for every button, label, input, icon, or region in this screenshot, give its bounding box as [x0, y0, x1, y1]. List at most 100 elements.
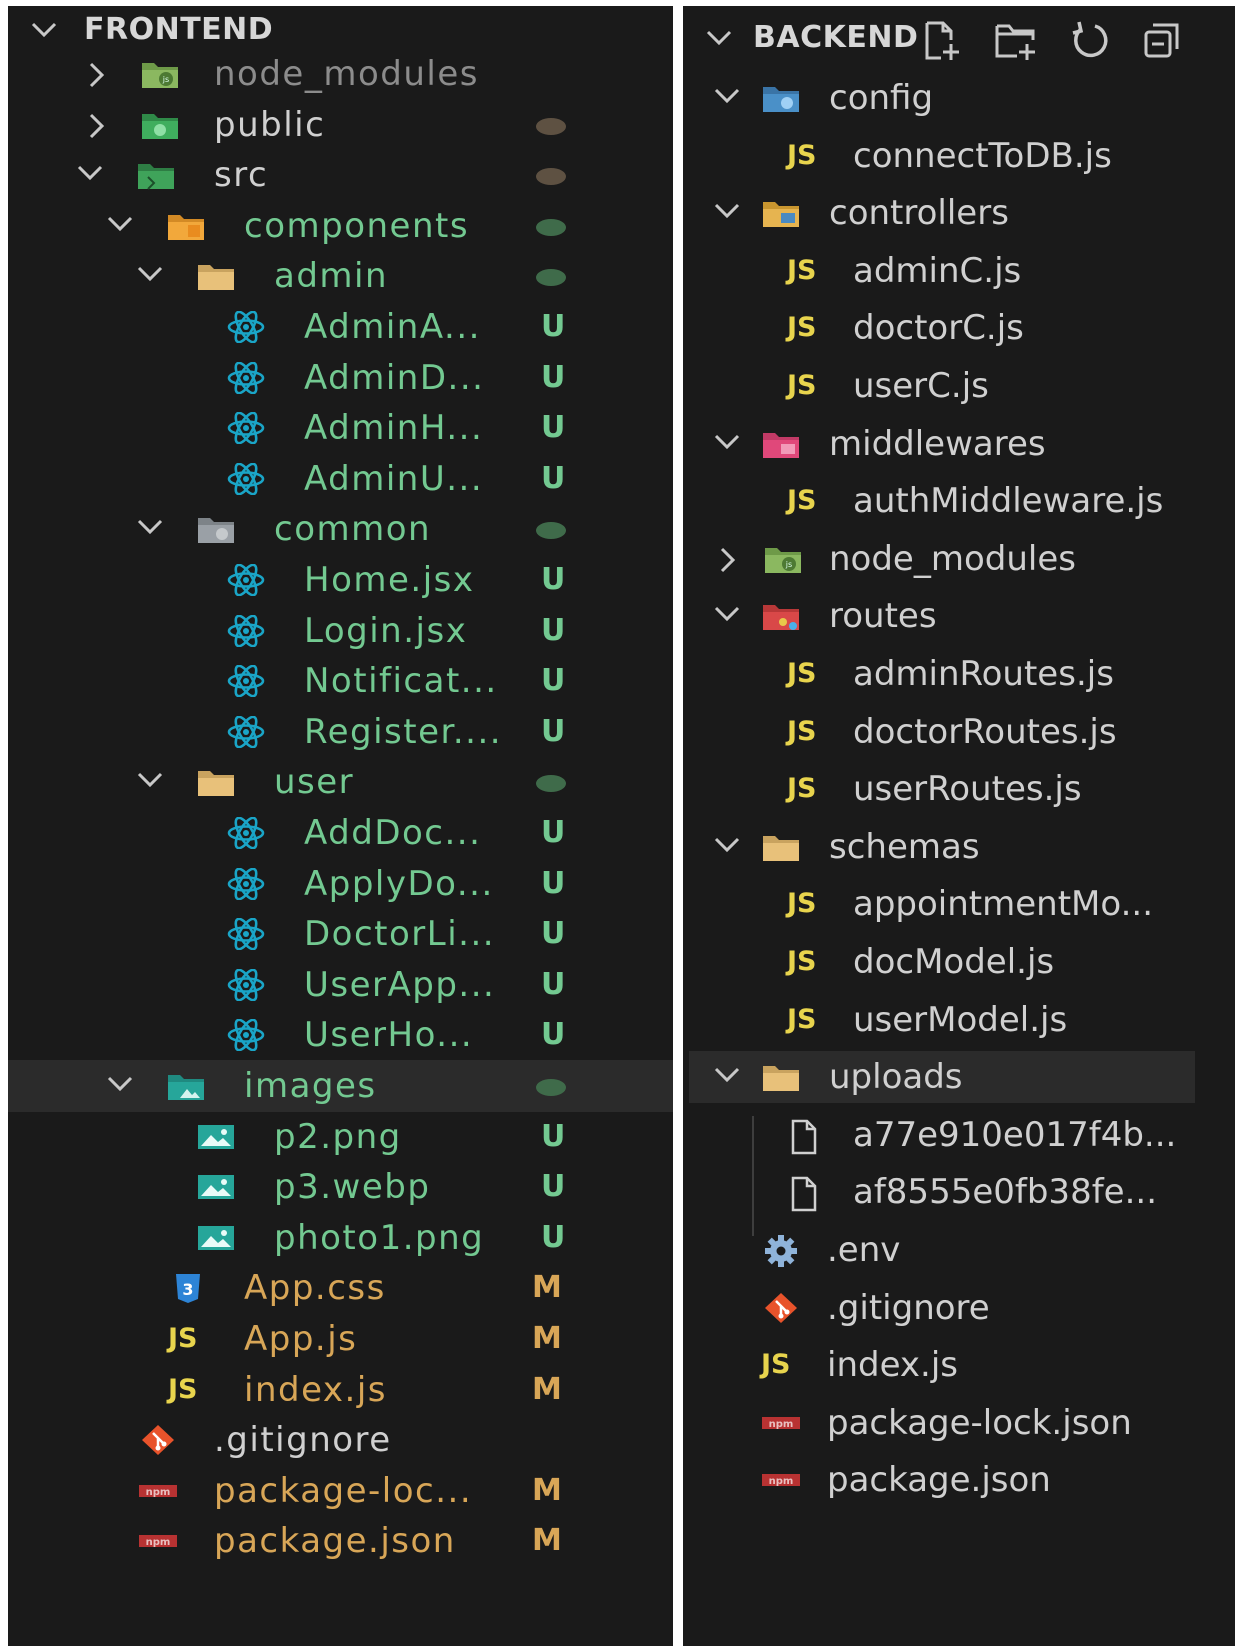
tree-item-label: docModel.js [853, 942, 1055, 982]
tree-item-label: Home.jsx [304, 560, 475, 600]
tree-item-authmiddleware-js[interactable]: JS authMiddleware.js [683, 475, 1235, 527]
react-icon [226, 968, 266, 1002]
react-icon [226, 462, 266, 496]
folder-routes-icon [761, 600, 801, 632]
tree-item-images[interactable]: images [8, 1060, 673, 1112]
tree-item-components[interactable]: components [8, 200, 673, 252]
chevron-right-icon[interactable] [86, 112, 108, 144]
tree-item-docmodel-js[interactable]: JS docModel.js [683, 936, 1235, 988]
chevron-down-icon[interactable] [106, 1073, 134, 1099]
tree-item-admina[interactable]: AdminA... U [8, 301, 673, 353]
tree-item-src[interactable]: src [8, 149, 673, 201]
tree-item-doctorc-js[interactable]: JS doctorC.js [683, 302, 1235, 354]
tree-item-config[interactable]: config [683, 72, 1235, 124]
chevron-right-icon[interactable] [86, 61, 108, 93]
tree-item-applydo[interactable]: ApplyDo... U [8, 858, 673, 910]
tree-item-userc-js[interactable]: JS userC.js [683, 360, 1235, 412]
refresh-icon[interactable] [1069, 20, 1113, 66]
tree-item-label: components [244, 205, 470, 246]
tree-item-label: ApplyDo... [304, 863, 494, 904]
chevron-down-icon[interactable] [713, 431, 741, 457]
tree-item-label: doctorC.js [853, 308, 1024, 349]
tree-item-doctorli[interactable]: DoctorLi... U [8, 908, 673, 960]
tree-item-gitignore[interactable]: .gitignore [8, 1414, 673, 1466]
tree-item-photo1-png[interactable]: photo1.png U [8, 1212, 673, 1264]
tree-item-p2-png[interactable]: p2.png U [8, 1111, 673, 1163]
tree-item-app-css[interactable]: 3 App.css M [8, 1262, 673, 1314]
chevron-down-icon[interactable] [106, 213, 134, 239]
tree-item-gitignore[interactable]: .gitignore [683, 1282, 1235, 1334]
tree-item-login-jsx[interactable]: Login.jsx U [8, 605, 673, 657]
chevron-down-icon[interactable] [136, 516, 164, 542]
tree-item-userho[interactable]: UserHo... U [8, 1009, 673, 1061]
new-file-icon[interactable] [921, 20, 965, 66]
new-folder-icon[interactable] [993, 20, 1041, 66]
tree-item-register[interactable]: Register.... U [8, 706, 673, 758]
folder-node-icon: js [140, 58, 180, 90]
tree-item-package-json[interactable]: npm package.json M [8, 1515, 673, 1567]
chevron-down-icon[interactable] [76, 162, 104, 188]
tree-item-middlewares[interactable]: middlewares [683, 418, 1235, 470]
tree-item-appointmentmo[interactable]: JS appointmentMo... [683, 878, 1235, 930]
git-status-badge: U [541, 359, 566, 395]
chevron-down-icon[interactable] [713, 85, 741, 111]
folder-common-icon [196, 513, 236, 545]
tree-item-admin[interactable]: admin [8, 250, 673, 302]
react-icon [226, 563, 266, 597]
git-status-badge: U [541, 916, 566, 952]
tree-item-label: user [274, 762, 355, 803]
tree-item-connecttodb-js[interactable]: JS connectToDB.js [683, 130, 1235, 182]
tree-item-admind[interactable]: AdminD... U [8, 352, 673, 404]
js-icon: JS [761, 1349, 791, 1381]
tree-item-adminc-js[interactable]: JS adminC.js [683, 245, 1235, 297]
tree-item-package-json[interactable]: npm package.json [683, 1454, 1235, 1506]
git-status-badge: U [541, 713, 566, 749]
tree-item-a77e910e017f4b[interactable]: a77e910e017f4b... [683, 1109, 1235, 1161]
tree-item-usermodel-js[interactable]: JS userModel.js [683, 994, 1235, 1046]
chevron-right-icon[interactable] [717, 546, 739, 578]
tree-item-adminu[interactable]: AdminU... U [8, 453, 673, 505]
tree-item-schemas[interactable]: schemas [683, 821, 1235, 873]
tree-item-routes[interactable]: routes [683, 590, 1235, 642]
chevron-down-icon[interactable] [713, 834, 741, 860]
tree-item-controllers[interactable]: controllers [683, 187, 1235, 239]
git-status-badge: M [532, 1270, 562, 1306]
tree-item-uploads[interactable]: uploads [689, 1051, 1195, 1104]
tree-item-home-jsx[interactable]: Home.jsx U [8, 554, 673, 606]
tree-item-env[interactable]: .env [683, 1224, 1235, 1276]
chevron-down-icon[interactable] [713, 1064, 741, 1090]
tree-item-notificat[interactable]: Notificat... U [8, 655, 673, 707]
tree-item-node-modules[interactable]: js node_modules [683, 533, 1235, 585]
chevron-down-icon[interactable] [713, 200, 741, 226]
section-title: BACKEND [753, 20, 919, 55]
collapse-all-icon[interactable] [1141, 20, 1185, 66]
tree-item-common[interactable]: common [8, 503, 673, 555]
chevron-down-icon[interactable] [136, 263, 164, 289]
tree-item-af8555e0fb38fe[interactable]: af8555e0fb38fe... [683, 1166, 1235, 1218]
tree-item-label: authMiddleware.js [853, 481, 1164, 522]
tree-item-user[interactable]: user [8, 756, 673, 808]
tree-item-userroutes-js[interactable]: JS userRoutes.js [683, 763, 1235, 815]
tree-item-node-modules[interactable]: js node_modules [8, 48, 673, 100]
tree-item-adddoc[interactable]: AddDoc... U [8, 807, 673, 859]
tree-item-p3-webp[interactable]: p3.webp U [8, 1161, 673, 1213]
tree-item-package-loc[interactable]: npm package-loc... M [8, 1465, 673, 1517]
chevron-down-icon[interactable] [713, 603, 741, 629]
git-status-badge: U [541, 562, 566, 597]
tree-item-index-js[interactable]: JS index.js M [8, 1364, 673, 1416]
npm-icon: npm [138, 1525, 178, 1557]
tree-item-userapp[interactable]: UserApp... U [8, 959, 673, 1011]
js-icon: JS [787, 485, 817, 517]
tree-item-label: index.js [244, 1369, 387, 1410]
chevron-down-icon[interactable] [136, 769, 164, 795]
tree-item-index-js[interactable]: JS index.js [683, 1339, 1235, 1391]
tree-item-doctorroutes-js[interactable]: JS doctorRoutes.js [683, 706, 1235, 758]
backend-section-header[interactable]: BACKEND [683, 6, 1235, 62]
tree-item-package-lock-json[interactable]: npm package-lock.json [683, 1397, 1235, 1449]
tree-item-public[interactable]: public [8, 99, 673, 151]
tree-item-adminh[interactable]: AdminH... U [8, 402, 673, 454]
tree-item-adminroutes-js[interactable]: JS adminRoutes.js [683, 648, 1235, 700]
git-status-badge: U [541, 1118, 566, 1154]
tree-item-label: AdminH... [304, 408, 484, 449]
tree-item-app-js[interactable]: JS App.js M [8, 1313, 673, 1365]
